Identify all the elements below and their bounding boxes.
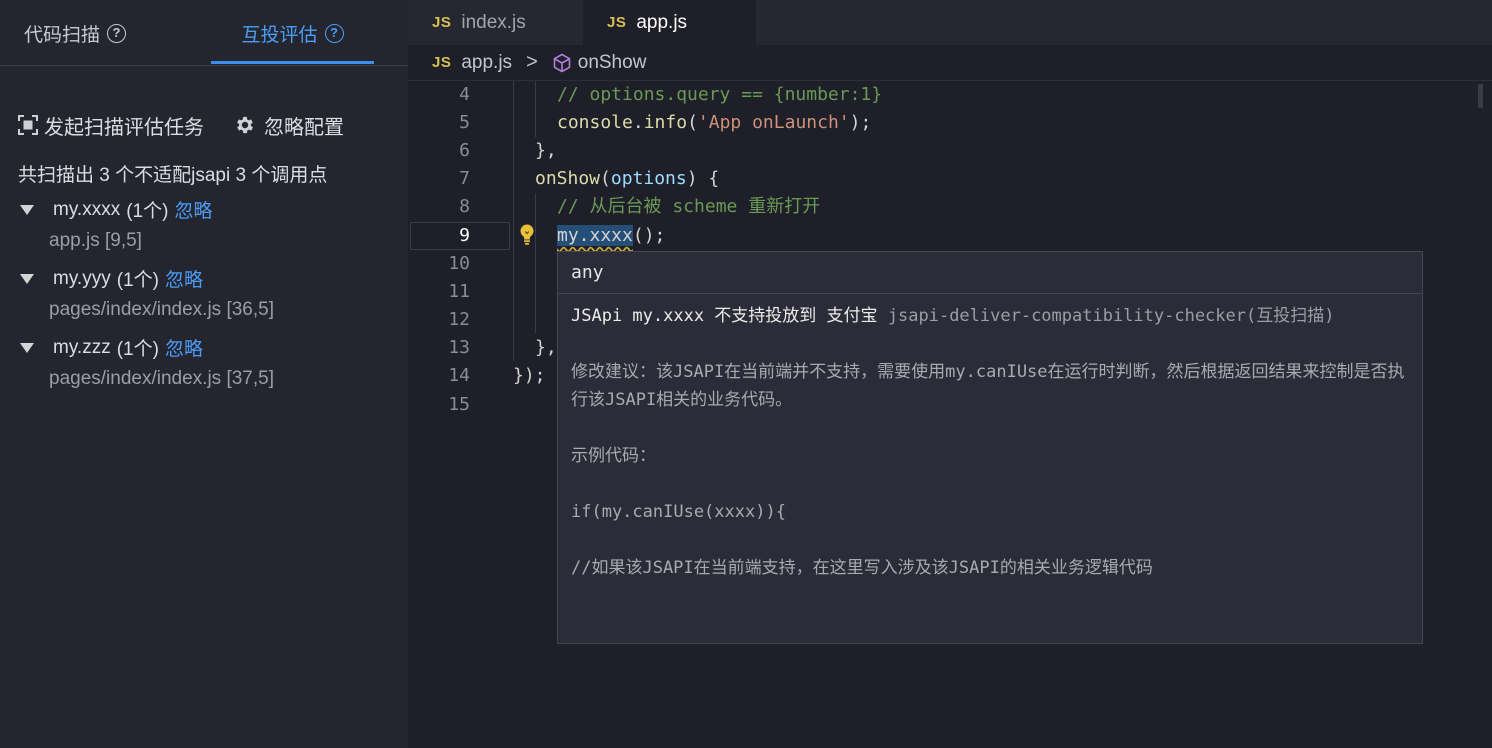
result-group[interactable]: my.zzz (1个) 忽略: [20, 334, 203, 361]
line-number: 8: [459, 196, 470, 217]
editor-tab-bar: JS index.js JS app.js: [408, 0, 1492, 45]
tooltip-message-line: JSApi my.xxxx 不支持投放到 支付宝 jsapi-deliver-c…: [571, 302, 1409, 330]
tab-cross-eval-label: 互投评估: [241, 24, 318, 46]
result-count: (1个): [116, 270, 159, 291]
tooltip-example-label: 示例代码：: [571, 446, 656, 466]
code-line-7: onShow(options) {: [535, 165, 719, 193]
tooltip-example-comment: //如果该JSAPI在当前端支持，在这里写入涉及该JSAPI的相关业务逻辑代码: [571, 558, 1153, 578]
line-number: 11: [448, 281, 470, 302]
tab-cross-eval[interactable]: 互投评估 ?: [211, 0, 374, 66]
ignore-link[interactable]: 忽略: [165, 265, 203, 292]
breadcrumb-symbol[interactable]: onShow: [578, 52, 647, 74]
editor-tab-index-js[interactable]: JS index.js: [408, 0, 583, 45]
result-api-name: my.xxxx: [53, 198, 121, 220]
code-token: ();: [632, 225, 666, 246]
ignore-config-label: 忽略配置: [264, 116, 344, 139]
tooltip-message: JSApi my.xxxx 不支持投放到 支付宝: [571, 306, 878, 326]
indent-guide: [535, 81, 536, 137]
tab-code-scan-label: 代码扫描: [24, 24, 101, 46]
tree-caret-down-icon[interactable]: [20, 273, 34, 284]
hover-tooltip: any JSApi my.xxxx 不支持投放到 支付宝 jsapi-deliv…: [557, 251, 1423, 644]
chevron-right-icon: >: [526, 51, 538, 73]
action-bar: 发起扫描评估任务 忽略配置: [18, 110, 344, 140]
active-tab-indicator: [211, 61, 374, 64]
indent-guide: [513, 81, 514, 361]
cube-icon: [553, 53, 571, 72]
code-line-8: // 从后台被 scheme 重新打开: [557, 196, 821, 217]
tree-caret-down-icon[interactable]: [20, 342, 34, 353]
overview-ruler-mark: [1478, 84, 1483, 108]
editor-tab-app-js[interactable]: JS app.js: [583, 0, 756, 45]
line-number: 7: [459, 168, 470, 189]
tooltip-body: JSApi my.xxxx 不支持投放到 支付宝 jsapi-deliver-c…: [558, 294, 1422, 590]
panel-tab-bar: 代码扫描 ? 互投评估 ?: [0, 0, 408, 66]
result-location[interactable]: pages/index/index.js [37,5]: [49, 368, 274, 390]
code-token: (: [600, 168, 611, 189]
code-line-4: // options.query == {number:1}: [557, 84, 883, 105]
breadcrumb: JS app.js > onShow: [408, 45, 1492, 81]
compatibility-panel: 代码扫描 ? 互投评估 ? 发起扫描评估任务 忽略配置 共扫描出 3 个不适配j…: [0, 0, 408, 748]
editor-tab-label: index.js: [461, 11, 526, 33]
help-circle-icon[interactable]: ?: [107, 23, 127, 43]
scan-summary: 共扫描出 3 个不适配jsapi 3 个调用点: [18, 165, 328, 186]
ignore-link[interactable]: 忽略: [174, 196, 212, 223]
tab-code-scan[interactable]: 代码扫描 ?: [24, 0, 127, 66]
ignore-config-button[interactable]: 忽略配置: [234, 111, 344, 140]
js-file-icon: JS: [432, 54, 452, 71]
help-circle-icon[interactable]: ?: [324, 23, 344, 43]
line-number: 14: [448, 365, 470, 386]
lightbulb-icon[interactable]: [518, 223, 536, 247]
result-count: (1个): [116, 339, 159, 360]
tooltip-source: jsapi-deliver-compatibility-checker(互投扫描…: [887, 306, 1335, 326]
code-token: options: [610, 168, 687, 189]
code-token: );: [849, 112, 872, 133]
code-line-14: });: [513, 365, 546, 386]
line-number: 5: [459, 112, 470, 133]
line-number: 13: [448, 337, 470, 358]
line-number: 15: [448, 394, 470, 415]
ignore-link[interactable]: 忽略: [165, 334, 203, 361]
start-scan-button[interactable]: 发起扫描评估任务: [18, 111, 204, 140]
code-token: .: [632, 112, 644, 133]
tree-caret-down-icon[interactable]: [20, 204, 34, 215]
line-number: 10: [448, 253, 470, 274]
tooltip-type: any: [558, 252, 1422, 294]
js-file-icon: JS: [607, 14, 627, 31]
tooltip-example-code: if(my.canIUse(xxxx)){: [571, 502, 786, 522]
tooltip-suggestion: 修改建议：该JSAPI在当前端并不支持，需要使用my.canIUse在运行时判断…: [571, 362, 1405, 410]
result-group[interactable]: my.yyy (1个) 忽略: [20, 265, 203, 292]
line-number: 4: [459, 84, 470, 105]
js-file-icon: JS: [432, 14, 452, 31]
gear-icon: [237, 116, 253, 134]
start-scan-label: 发起扫描评估任务: [44, 116, 204, 139]
line-number-current: 9: [459, 225, 470, 246]
code-line-6: },: [535, 140, 557, 161]
result-count: (1个): [126, 201, 169, 222]
code-token: onShow: [535, 168, 601, 189]
code-line-13: },: [535, 337, 557, 358]
editor-tab-label: app.js: [636, 11, 688, 33]
code-line-9: my.xxxx();: [557, 222, 665, 250]
code-token: (: [687, 112, 698, 133]
scan-frame-icon: [18, 115, 38, 135]
code-token: info: [643, 112, 688, 133]
breadcrumb-file[interactable]: app.js: [461, 52, 512, 74]
result-api-name: my.yyy: [53, 267, 111, 289]
code-token: ) {: [686, 168, 720, 189]
result-location[interactable]: app.js [9,5]: [49, 230, 142, 252]
code-token: console: [557, 112, 633, 133]
result-api-name: my.zzz: [53, 336, 111, 358]
result-group[interactable]: my.xxxx (1个) 忽略: [20, 196, 212, 223]
highlighted-call[interactable]: my.xxxx: [557, 225, 633, 246]
line-number: 12: [448, 309, 470, 330]
result-location[interactable]: pages/index/index.js [36,5]: [49, 299, 274, 321]
line-number: 6: [459, 140, 470, 161]
code-line-5: console.info('App onLaunch');: [557, 109, 871, 137]
code-token: 'App onLaunch': [697, 112, 850, 133]
indent-guide: [535, 193, 536, 333]
